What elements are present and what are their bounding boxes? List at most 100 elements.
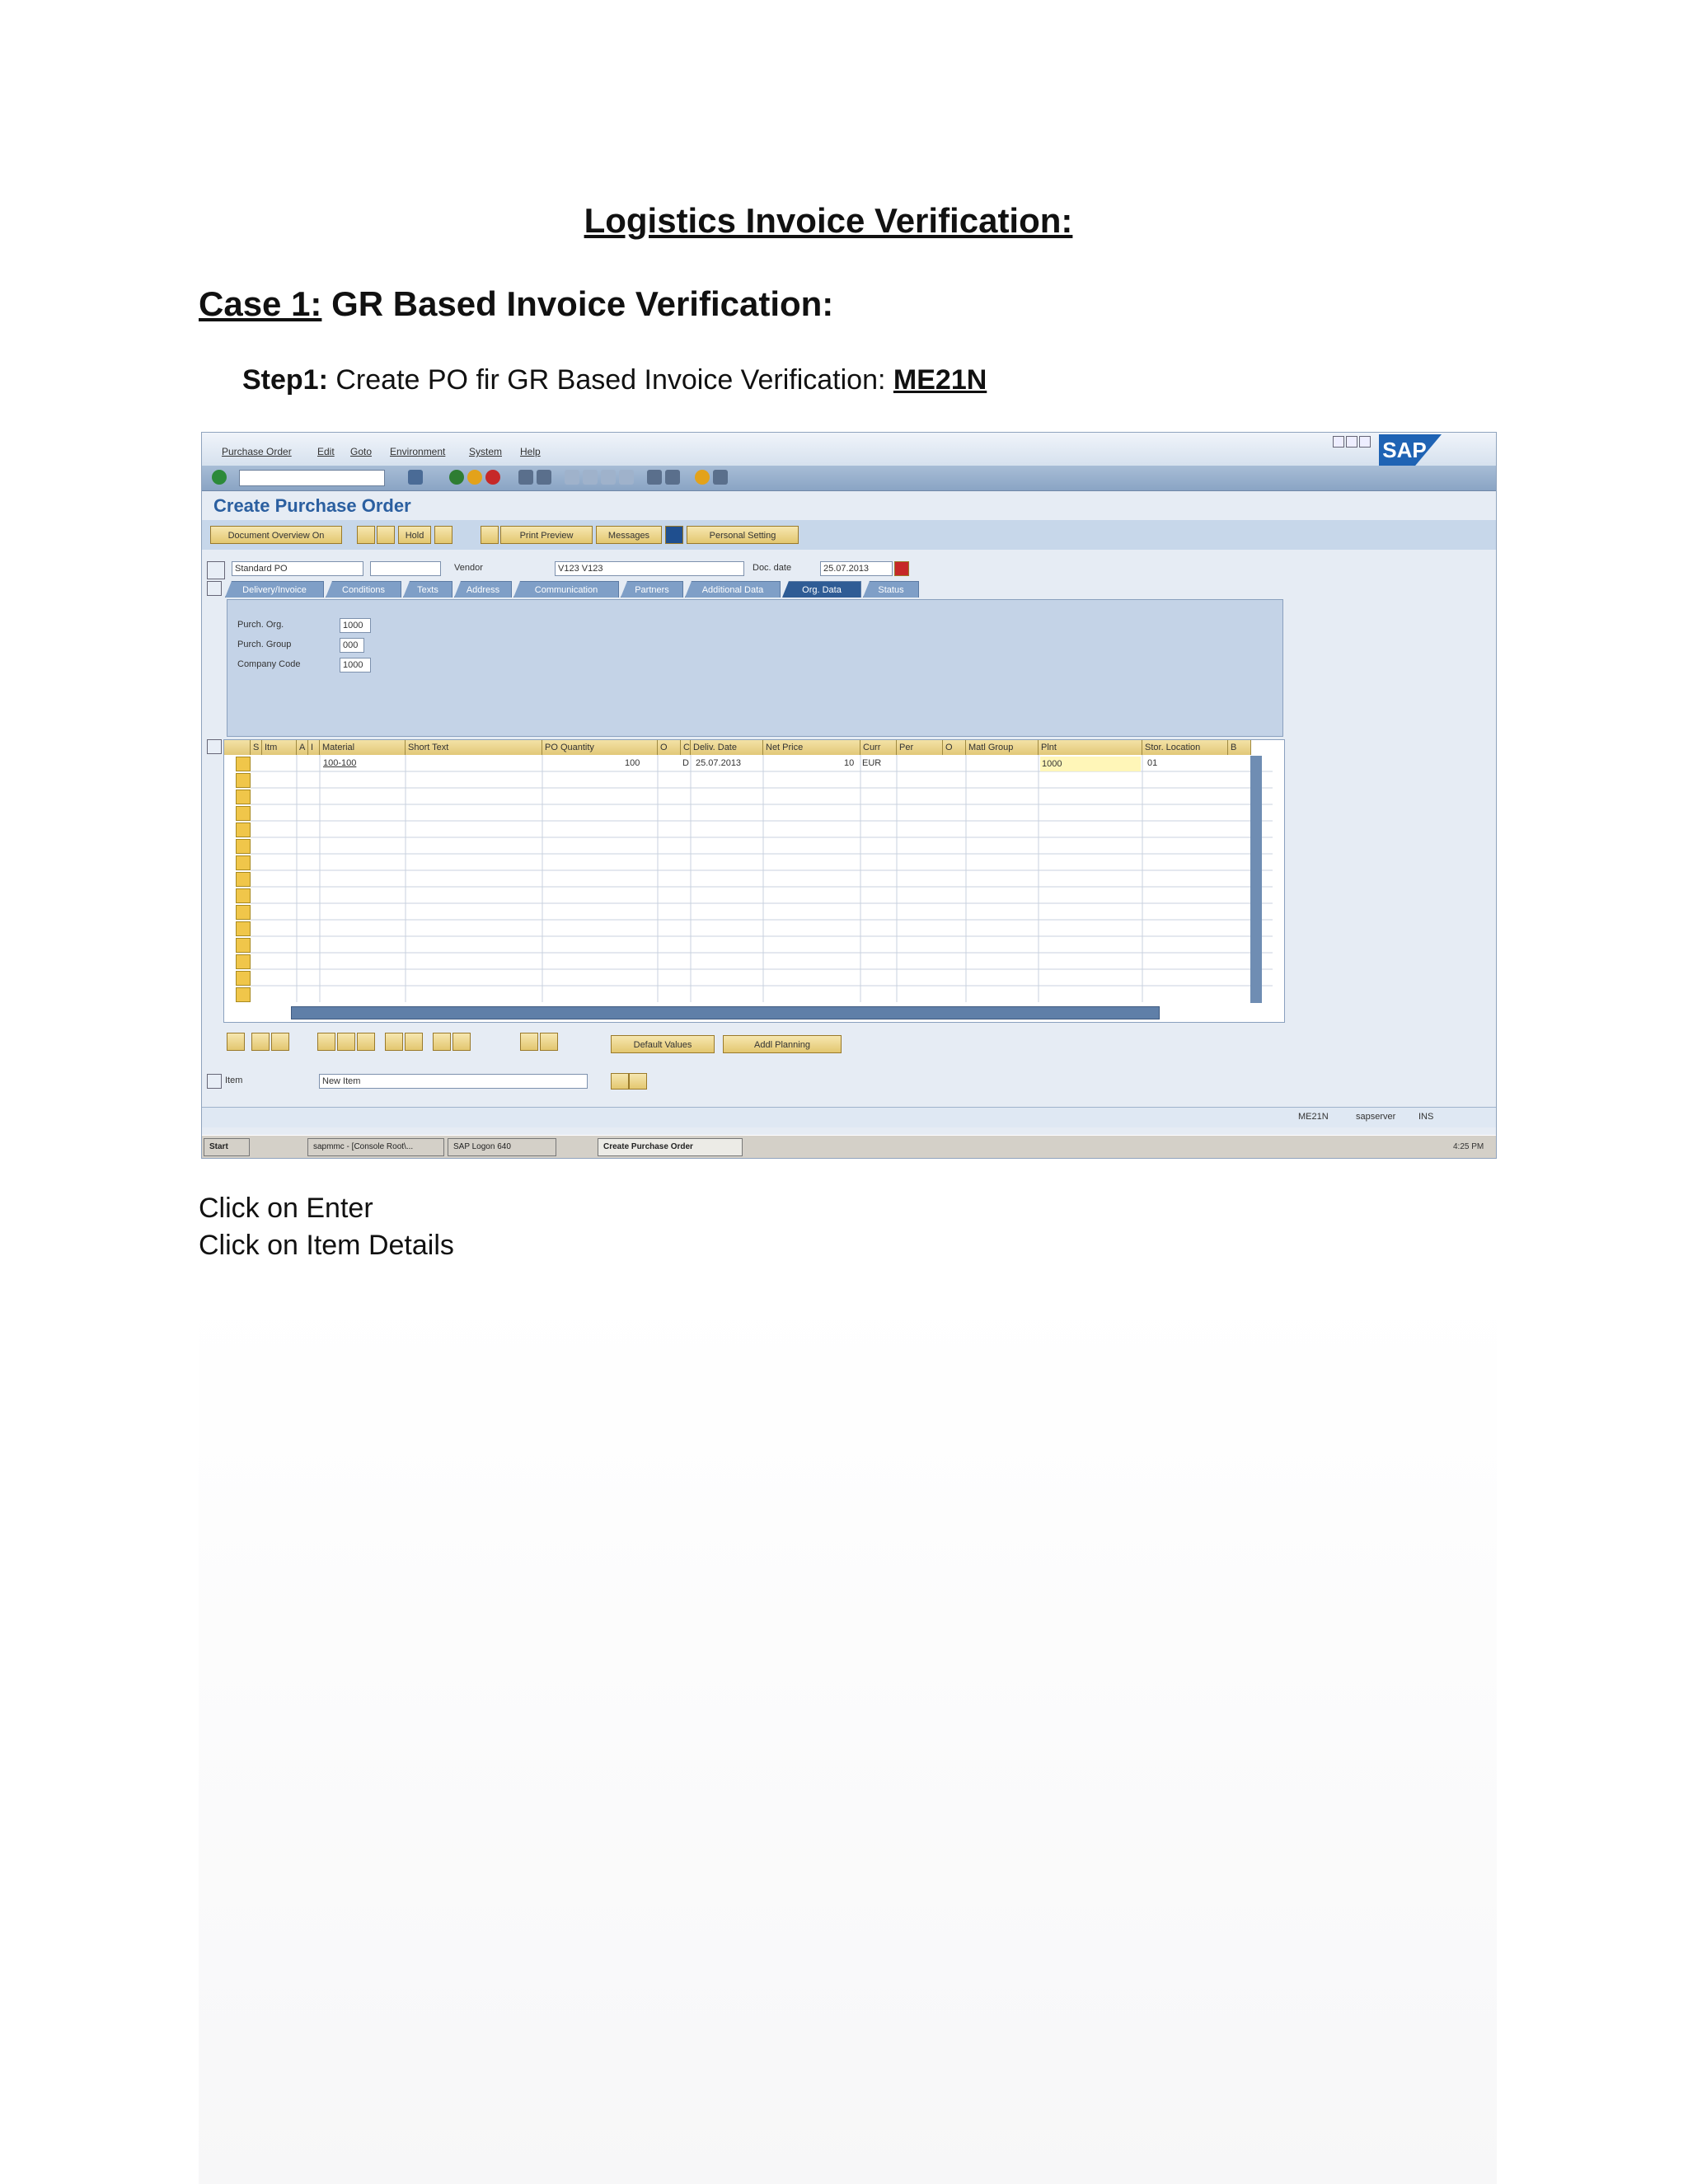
col-header-s[interactable]: S [251, 740, 262, 755]
task-sap-logon[interactable]: SAP Logon 640 [448, 1138, 556, 1156]
expand-header-icon[interactable] [207, 581, 222, 596]
tab-status[interactable]: Status [863, 581, 919, 598]
task-create-po[interactable]: Create Purchase Order [598, 1138, 743, 1156]
cell-c[interactable]: D [682, 758, 689, 768]
back-icon[interactable] [449, 470, 464, 485]
cell-po-quantity[interactable]: 100 [625, 758, 640, 768]
expand-item-icon[interactable] [207, 1074, 222, 1089]
tab-texts[interactable]: Texts [403, 581, 452, 598]
previous-page-icon[interactable] [583, 470, 598, 485]
vendor-field[interactable]: V123 V123 [555, 561, 744, 576]
menu-purchase-order[interactable]: Purchase Order [222, 446, 292, 457]
item-down-icon[interactable] [629, 1073, 647, 1090]
maximize-icon[interactable] [1346, 436, 1357, 448]
item-up-icon[interactable] [611, 1073, 629, 1090]
save-icon[interactable] [408, 470, 423, 485]
menu-goto[interactable]: Goto [350, 446, 372, 457]
exit-icon[interactable] [467, 470, 482, 485]
help-icon[interactable] [695, 470, 710, 485]
tab-communication[interactable]: Communication [513, 581, 619, 598]
minimize-icon[interactable] [1333, 436, 1344, 448]
po-type-select[interactable]: Standard PO [232, 561, 363, 576]
deselect-icon[interactable] [271, 1033, 289, 1051]
tab-additional-data[interactable]: Additional Data [685, 581, 781, 598]
filter-icon[interactable] [452, 1033, 471, 1051]
close-icon[interactable] [1359, 436, 1371, 448]
delete-row-icon[interactable] [405, 1033, 423, 1051]
col-header-i[interactable]: I [308, 740, 320, 755]
addl-planning-button[interactable]: Addl Planning [723, 1035, 842, 1053]
next-item-icon[interactable] [540, 1033, 558, 1051]
find-icon[interactable] [537, 470, 551, 485]
insert-row-icon[interactable] [385, 1033, 403, 1051]
new-session-icon[interactable] [647, 470, 662, 485]
item-select[interactable]: New Item [319, 1074, 588, 1089]
previous-item-icon[interactable] [520, 1033, 538, 1051]
change-display-icon[interactable] [481, 526, 499, 544]
next-page-icon[interactable] [601, 470, 616, 485]
last-page-icon[interactable] [619, 470, 634, 485]
command-field[interactable] [239, 470, 385, 486]
enter-icon[interactable] [212, 470, 227, 485]
print-preview-button[interactable]: Print Preview [500, 526, 593, 544]
menu-environment[interactable]: Environment [390, 446, 445, 457]
details-icon[interactable] [227, 1033, 245, 1051]
doc-date-field[interactable]: 25.07.2013 [820, 561, 893, 576]
layout-icon[interactable] [713, 470, 728, 485]
menu-edit[interactable]: Edit [317, 446, 335, 457]
default-values-button[interactable]: Default Values [611, 1035, 715, 1053]
shortcut-icon[interactable] [665, 470, 680, 485]
tab-partners[interactable]: Partners [621, 581, 683, 598]
col-header-deliv-date[interactable]: Deliv. Date [691, 740, 763, 755]
purch-org-field[interactable]: 1000 [340, 618, 371, 633]
task-sapmmc[interactable]: sapmmc - [Console Root\... [307, 1138, 444, 1156]
menu-system[interactable]: System [469, 446, 502, 457]
select-all-icon[interactable] [251, 1033, 270, 1051]
cell-net-price[interactable]: 10 [844, 758, 854, 768]
col-header-short-text[interactable]: Short Text [406, 740, 542, 755]
vertical-scrollbar[interactable] [1250, 756, 1262, 1003]
check-icon[interactable] [434, 526, 452, 544]
hold-button[interactable]: Hold [398, 526, 431, 544]
purch-group-field[interactable]: 000 [340, 638, 364, 653]
new-document-icon[interactable] [357, 526, 375, 544]
col-header-plnt[interactable]: Plnt [1039, 740, 1142, 755]
col-header-net-price[interactable]: Net Price [763, 740, 860, 755]
horizontal-scrollbar[interactable] [291, 1006, 1160, 1019]
delete-icon[interactable] [337, 1033, 355, 1051]
tab-delivery-invoice[interactable]: Delivery/Invoice [225, 581, 324, 598]
cell-material[interactable]: 100-100 [323, 758, 356, 768]
col-header-o2[interactable]: O [943, 740, 966, 755]
first-page-icon[interactable] [565, 470, 579, 485]
col-header-stor-location[interactable]: Stor. Location [1142, 740, 1228, 755]
menu-help[interactable]: Help [520, 446, 541, 457]
col-header-material[interactable]: Material [320, 740, 406, 755]
tab-conditions[interactable]: Conditions [326, 581, 401, 598]
col-header-a[interactable]: A [297, 740, 308, 755]
print-icon[interactable] [518, 470, 533, 485]
info-icon[interactable] [665, 526, 683, 544]
collapse-items-icon[interactable] [207, 739, 222, 754]
messages-button[interactable]: Messages [596, 526, 662, 544]
personal-setting-button[interactable]: Personal Setting [687, 526, 799, 544]
cell-deliv-date[interactable]: 25.07.2013 [696, 758, 741, 768]
cancel-icon[interactable] [485, 470, 500, 485]
calendar-icon[interactable] [894, 561, 909, 576]
col-header-c[interactable]: C [681, 740, 691, 755]
sort-icon[interactable] [433, 1033, 451, 1051]
col-settings-icon[interactable] [224, 740, 251, 755]
other-document-icon[interactable] [377, 526, 395, 544]
col-header-o[interactable]: O [658, 740, 681, 755]
tab-address[interactable]: Address [454, 581, 512, 598]
undo-icon[interactable] [357, 1033, 375, 1051]
col-header-matl-group[interactable]: Matl Group [966, 740, 1039, 755]
tab-org-data[interactable]: Org. Data [782, 581, 861, 598]
cell-curr[interactable]: EUR [862, 758, 881, 768]
col-header-itm[interactable]: Itm [262, 740, 297, 755]
col-header-curr[interactable]: Curr [860, 740, 897, 755]
cell-plant[interactable]: 1000 [1040, 757, 1141, 771]
col-header-per[interactable]: Per [897, 740, 943, 755]
po-number-field[interactable] [370, 561, 441, 576]
company-code-field[interactable]: 1000 [340, 658, 371, 673]
copy-icon[interactable] [317, 1033, 335, 1051]
